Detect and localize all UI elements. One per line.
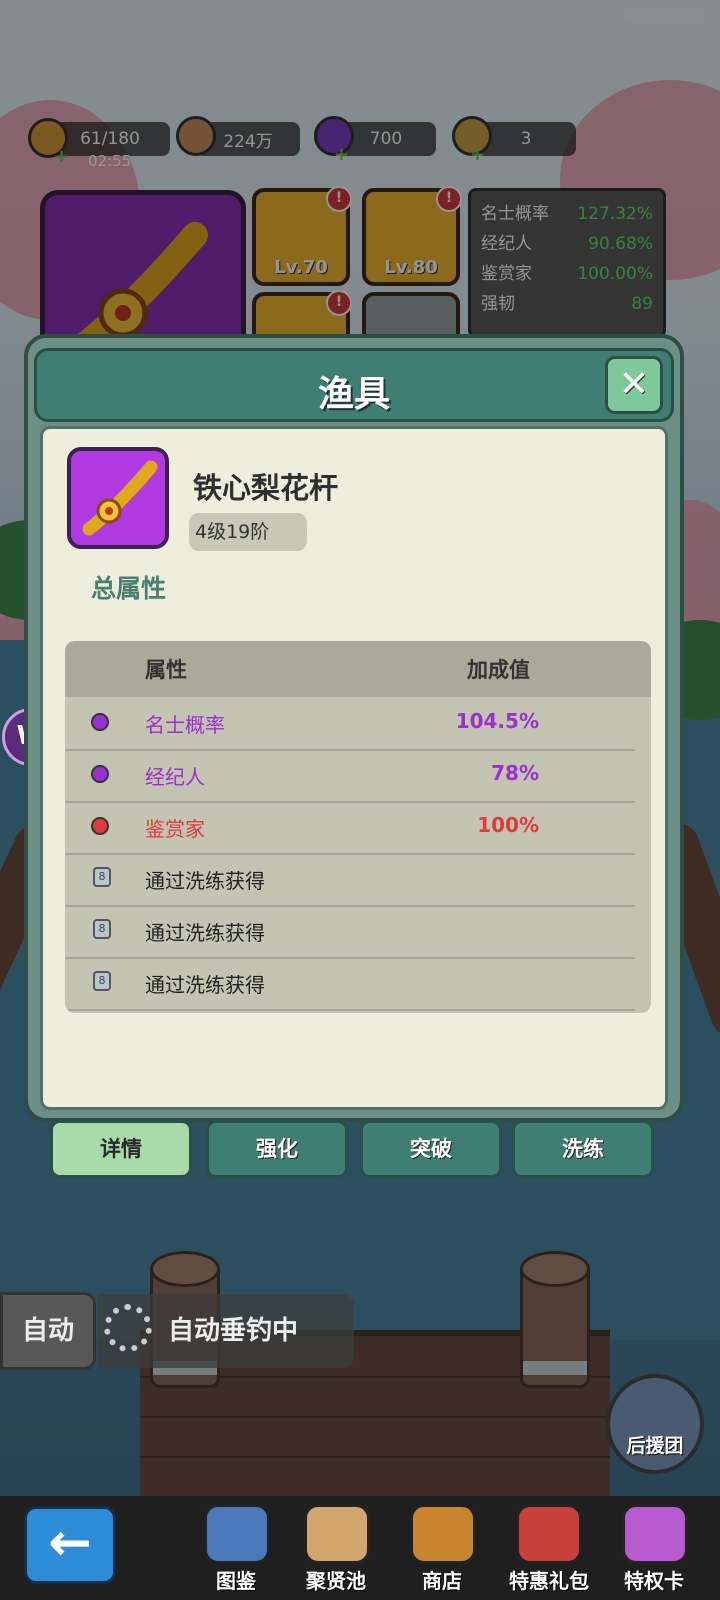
tab-details[interactable]: 详情 (50, 1120, 192, 1178)
map-scroll-icon (304, 1504, 370, 1564)
nav-label: 图鉴 (216, 1569, 256, 1593)
header-bonus: 加成值 (467, 658, 530, 682)
lock-icon: 8 (93, 919, 111, 939)
item-name: 铁心梨花杆 (193, 471, 339, 505)
nav-label: 聚贤池 (306, 1569, 366, 1593)
gift-pack-icon (516, 1504, 582, 1564)
header-attribute: 属性 (145, 658, 187, 682)
attribute-value: 104.5% (455, 709, 539, 733)
nav-label: 特惠礼包 (509, 1569, 589, 1593)
support-team-button[interactable]: 后援团 (606, 1374, 704, 1474)
attribute-dot-icon (91, 713, 109, 731)
table-row: 8 通过洗练获得 (65, 853, 635, 907)
dialog-title: 渔具 (317, 374, 390, 415)
nav-item-special-pack[interactable]: 特惠礼包 (494, 1504, 604, 1600)
nav-label: 特权卡 (624, 1569, 684, 1593)
attribute-dot-icon (91, 765, 109, 783)
table-row: 8 通过洗练获得 (65, 957, 635, 1011)
attribute-name: 通过洗练获得 (145, 869, 265, 893)
tab-enhance[interactable]: 强化 (206, 1120, 348, 1178)
support-team-label: 后援团 (626, 1435, 684, 1457)
gear-detail-dialog: 渔具 ✕ 铁心梨花杆 4级19阶 总属性 属性 加成值 名士概率 104.5% 经纪… (24, 334, 684, 1122)
settings-gear-icon (104, 1304, 152, 1352)
lock-icon: 8 (93, 867, 111, 887)
close-icon: ✕ (618, 364, 650, 405)
table-row: 名士概率 104.5% (65, 697, 635, 751)
golden-fishing-rod-icon (82, 460, 158, 536)
back-arrow-icon: ← (48, 1513, 92, 1573)
tab-breakthrough[interactable]: 突破 (360, 1120, 502, 1178)
dialog-header: 渔具 ✕ (34, 348, 674, 422)
item-icon-frame (67, 447, 169, 549)
treasure-basket-icon (410, 1504, 476, 1564)
lock-icon: 8 (93, 971, 111, 991)
book-icon (204, 1504, 270, 1564)
tab-refine[interactable]: 洗练 (512, 1120, 654, 1178)
nav-label: 商店 (422, 1569, 462, 1593)
dialog-body: 铁心梨花杆 4级19阶 总属性 属性 加成值 名士概率 104.5% 经纪人 78% 鉴… (40, 426, 668, 1110)
attribute-name: 名士概率 (145, 713, 225, 737)
nav-item-talent-pool[interactable]: 聚贤池 (286, 1504, 386, 1600)
attribute-name: 通过洗练获得 (145, 921, 265, 945)
attribute-dot-icon (91, 817, 109, 835)
table-header: 属性 加成值 (65, 641, 651, 697)
privilege-card-icon (622, 1504, 688, 1564)
table-row: 8 通过洗练获得 (65, 905, 635, 959)
nav-item-privilege-card[interactable]: 特权卡 (604, 1504, 704, 1600)
close-button[interactable]: ✕ (605, 356, 663, 414)
attribute-value: 100% (477, 813, 539, 837)
attribute-table: 属性 加成值 名士概率 104.5% 经纪人 78% 鉴赏家 100% 8 通过洗练获得 8 通过… (65, 641, 651, 1013)
nav-item-collection[interactable]: 图鉴 (186, 1504, 286, 1600)
back-button[interactable]: ← (24, 1506, 116, 1584)
attribute-name: 经纪人 (145, 765, 205, 789)
table-row: 鉴赏家 100% (65, 801, 635, 855)
table-row: 经纪人 78% (65, 749, 635, 803)
item-grade-badge: 4级19阶 (189, 513, 307, 551)
attribute-name: 通过洗练获得 (145, 973, 265, 997)
auto-button[interactable]: 自动 (0, 1292, 96, 1370)
attribute-name: 鉴赏家 (145, 817, 205, 841)
nav-item-shop[interactable]: 商店 (392, 1504, 492, 1600)
attribute-value: 78% (491, 761, 539, 785)
section-title: 总属性 (91, 574, 167, 603)
